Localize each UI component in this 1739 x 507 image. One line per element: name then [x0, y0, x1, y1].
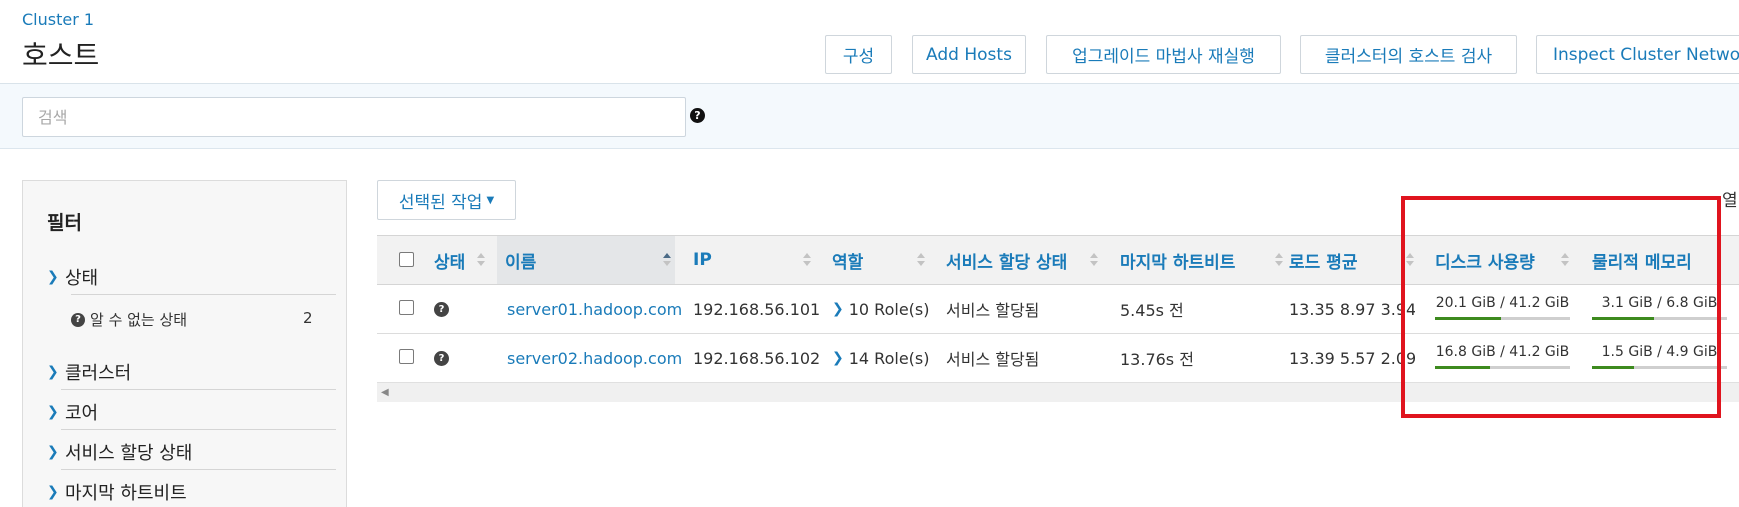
status-cell: ?	[434, 334, 449, 382]
sort-ascending-icon	[663, 253, 671, 267]
search-bar-region: ?	[0, 84, 1739, 149]
memory-usage-track	[1592, 317, 1727, 320]
hosts-page: Cluster 1 호스트 구성 Add Hosts 업그레이드 마법사 재실행…	[0, 0, 1739, 507]
status-cell: ?	[434, 285, 449, 333]
load-average-cell: 13.35 8.97 3.94	[1289, 299, 1415, 319]
disk-usage-track	[1435, 366, 1570, 369]
question-circle-icon[interactable]: ?	[434, 350, 449, 366]
columns-menu-label[interactable]: 열	[1722, 186, 1738, 211]
disk-usage-bar: 20.1 GiB / 41.2 GiB	[1435, 295, 1570, 321]
memory-usage-track	[1592, 366, 1727, 369]
disk-usage-bar: 16.8 GiB / 41.2 GiB	[1435, 344, 1570, 370]
chevron-right-icon: ❯	[47, 444, 59, 460]
column-header-last-heartbeat[interactable]: 마지막 하트비트	[1120, 236, 1280, 284]
disk-usage-text: 20.1 GiB / 41.2 GiB	[1435, 295, 1570, 311]
filter-group-label: 상태	[65, 268, 99, 289]
table-row: ? server02.hadoop.com 192.168.56.102 ❯ 1…	[377, 334, 1739, 383]
disk-usage-track	[1435, 317, 1570, 320]
scroll-left-arrow-icon[interactable]: ◀	[381, 387, 389, 398]
memory-usage-fill	[1592, 317, 1655, 320]
divider	[61, 469, 336, 470]
filter-option-unknown-status[interactable]: ? 알 수 없는 상태	[71, 309, 187, 330]
sort-icon	[1090, 253, 1098, 267]
disk-usage-fill	[1435, 317, 1502, 320]
add-hosts-button[interactable]: Add Hosts	[912, 35, 1026, 74]
column-header-physical-memory[interactable]: 물리적 메모리	[1592, 236, 1732, 284]
filter-group-cluster[interactable]: ❯ 클러스터	[47, 359, 131, 385]
filter-group-label: 마지막 하트비트	[65, 483, 187, 504]
sort-icon	[477, 253, 485, 267]
chevron-right-icon: ❯	[47, 404, 59, 420]
horizontal-scrollbar[interactable]: ◀	[377, 382, 1739, 402]
host-name-link[interactable]: server02.hadoop.com	[507, 334, 682, 382]
load-average-cell: 13.39 5.57 2.09	[1289, 348, 1415, 368]
divider	[61, 429, 336, 430]
chevron-down-icon: ❯	[47, 269, 59, 285]
cluster-breadcrumb-link[interactable]: Cluster 1	[22, 10, 94, 29]
roles-toggle[interactable]: ❯ 10 Role(s)	[832, 285, 929, 333]
chevron-right-icon: ❯	[832, 301, 844, 317]
last-heartbeat-cell: 5.45s 전	[1120, 301, 1184, 320]
row-checkbox[interactable]	[399, 300, 414, 315]
chevron-right-icon: ❯	[832, 350, 844, 366]
sort-icon	[1561, 253, 1569, 267]
memory-usage-fill	[1592, 366, 1634, 369]
ip-cell: 192.168.56.101	[693, 299, 821, 319]
filter-title: 필터	[47, 212, 82, 234]
column-header-ip[interactable]: IP	[693, 236, 813, 284]
inspect-hosts-button[interactable]: 클러스터의 호스트 검사	[1300, 35, 1517, 74]
sort-icon	[1275, 253, 1283, 267]
page-title: 호스트	[22, 39, 100, 72]
host-name-link[interactable]: server01.hadoop.com	[507, 285, 682, 333]
question-circle-icon[interactable]: ?	[434, 301, 449, 317]
select-all-checkbox[interactable]	[399, 252, 414, 267]
chevron-right-icon: ❯	[47, 364, 59, 380]
filter-panel: 필터 ❯ 상태 ? 알 수 없는 상태 2 ❯ 클러스터 ❯ 코어 ❯ 서비스 …	[22, 180, 347, 507]
filter-group-last-heartbeat[interactable]: ❯ 마지막 하트비트	[47, 479, 187, 505]
filter-group-label: 클러스터	[65, 363, 132, 384]
question-circle-icon: ?	[71, 312, 85, 327]
rerun-upgrade-wizard-button[interactable]: 업그레이드 마법사 재실행	[1046, 35, 1281, 74]
filter-group-label: 코어	[65, 403, 99, 424]
table-header: 상태 이름 IP 역할 서비스 할당 상태 마지막 하트비트 로드 평균 디스크…	[377, 235, 1739, 285]
sort-icon	[1406, 253, 1414, 267]
chevron-right-icon: ❯	[47, 484, 59, 500]
filter-option-count: 2	[303, 309, 313, 327]
roles-toggle[interactable]: ❯ 14 Role(s)	[832, 334, 929, 382]
memory-usage-text: 3.1 GiB / 6.8 GiB	[1601, 295, 1718, 311]
disk-usage-text: 16.8 GiB / 41.2 GiB	[1435, 344, 1570, 360]
filter-group-commission-state[interactable]: ❯ 서비스 할당 상태	[47, 439, 192, 465]
filter-group-label: 서비스 할당 상태	[65, 443, 193, 464]
caret-down-icon: ▼	[486, 194, 495, 206]
commission-state-cell: 서비스 할당됨	[946, 350, 1040, 369]
column-header-name[interactable]: 이름	[497, 236, 675, 284]
last-heartbeat-cell: 13.76s 전	[1120, 350, 1194, 369]
sort-icon	[803, 253, 811, 267]
disk-usage-fill	[1435, 366, 1491, 369]
divider	[61, 389, 336, 390]
sort-icon	[917, 253, 925, 267]
memory-usage-bar: 3.1 GiB / 6.8 GiB	[1592, 295, 1727, 321]
table-row: ? server01.hadoop.com 192.168.56.101 ❯ 1…	[377, 285, 1739, 334]
column-header-status[interactable]: 상태	[434, 236, 494, 284]
filter-option-label: 알 수 없는 상태	[90, 311, 188, 329]
selected-actions-dropdown[interactable]: 선택된 작업 ▼	[377, 180, 516, 220]
commission-state-cell: 서비스 할당됨	[946, 301, 1040, 320]
filter-group-status[interactable]: ❯ 상태	[47, 264, 98, 290]
search-input[interactable]	[22, 97, 686, 137]
divider	[71, 294, 336, 295]
inspect-cluster-network-button[interactable]: Inspect Cluster Network	[1536, 35, 1739, 74]
selected-actions-label: 선택된 작업	[398, 192, 483, 213]
memory-usage-text: 1.5 GiB / 4.9 GiB	[1601, 344, 1718, 360]
column-header-commission-state[interactable]: 서비스 할당 상태	[946, 236, 1106, 284]
column-header-disk-usage[interactable]: 디스크 사용량	[1435, 236, 1565, 284]
column-header-load-average[interactable]: 로드 평균	[1289, 236, 1409, 284]
configure-button[interactable]: 구성	[825, 35, 892, 74]
filter-group-cores[interactable]: ❯ 코어	[47, 399, 98, 425]
memory-usage-bar: 1.5 GiB / 4.9 GiB	[1592, 344, 1727, 370]
help-icon[interactable]: ?	[690, 108, 705, 123]
ip-cell: 192.168.56.102	[693, 348, 821, 368]
row-checkbox[interactable]	[399, 349, 414, 364]
